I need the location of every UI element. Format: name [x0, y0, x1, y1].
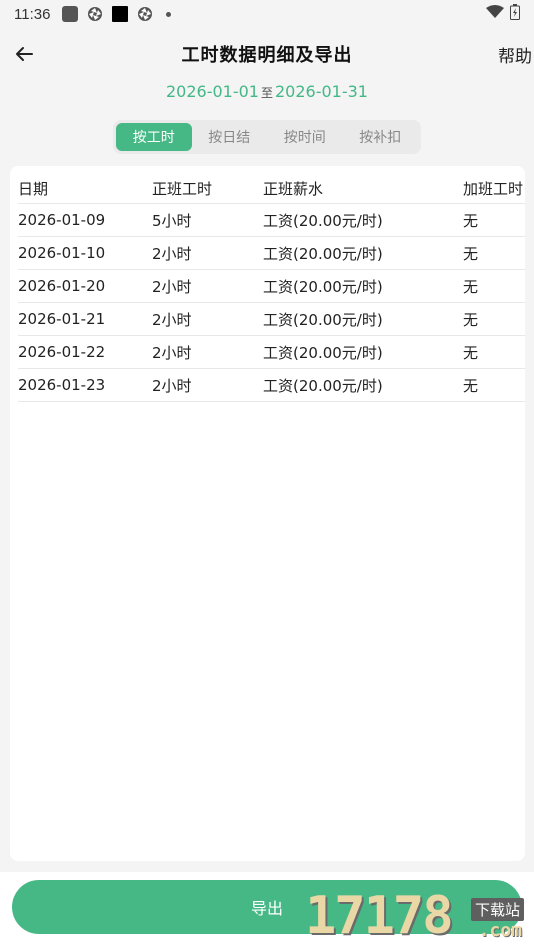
aperture-icon [87, 6, 103, 22]
status-bar: 11:36 [0, 0, 534, 28]
cell-overtime-hours: 无 [463, 376, 479, 395]
header-overtime-hours: 加班工时 [463, 180, 524, 198]
cell-overtime-hours: 无 [463, 310, 479, 329]
data-table-card: 日期 正班工时 正班薪水 加班工时 2026-01-09 5小时 工资(20.0… [10, 166, 525, 861]
page-title: 工时数据明细及导出 [181, 45, 353, 66]
date-separator: 至 [260, 86, 273, 100]
cell-regular-pay: 工资(20.00元/时) [263, 343, 383, 362]
back-button[interactable] [10, 40, 38, 68]
table-row: 2026-01-23 2小时 工资(20.00元/时) 无 [18, 369, 525, 402]
arrow-left-icon [16, 47, 33, 61]
export-bar: 导出 17178 下载站 .com [0, 872, 534, 950]
cell-overtime-hours: 无 [463, 244, 479, 263]
cell-regular-hours: 2小时 [152, 376, 192, 395]
table-header-row: 日期 正班工时 正班薪水 加班工时 [18, 174, 525, 204]
tab-by-time[interactable]: 按时间 [267, 123, 343, 151]
table-row: 2026-01-10 2小时 工资(20.00元/时) 无 [18, 237, 525, 270]
cell-regular-pay: 工资(20.00元/时) [263, 310, 383, 329]
view-mode-tabs: 按工时 按日结 按时间 按补扣 [113, 120, 421, 154]
cell-regular-pay: 工资(20.00元/时) [263, 376, 383, 395]
end-date[interactable]: 2026-01-31 [275, 82, 368, 101]
notification-app-icon [62, 6, 79, 22]
cell-date: 2026-01-10 [18, 244, 106, 262]
tab-by-adjustment[interactable]: 按补扣 [343, 123, 419, 151]
header-regular-hours: 正班工时 [152, 180, 213, 198]
cell-date: 2026-01-21 [18, 310, 106, 328]
battery-icon [510, 4, 520, 24]
cell-regular-pay: 工资(20.00元/时) [263, 277, 383, 296]
header-date: 日期 [18, 180, 49, 198]
app-header: 工时数据明细及导出 帮助 [0, 32, 534, 76]
cell-regular-hours: 2小时 [152, 310, 192, 329]
tab-by-daily-settlement[interactable]: 按日结 [192, 123, 268, 151]
aperture-icon-2 [137, 6, 153, 22]
wifi-icon [486, 5, 504, 23]
tab-by-hours[interactable]: 按工时 [116, 123, 192, 151]
cell-regular-pay: 工资(20.00元/时) [263, 244, 383, 263]
date-range-selector[interactable]: 2026-01-01 至 2026-01-31 [0, 82, 534, 101]
hours-table[interactable]: 日期 正班工时 正班薪水 加班工时 2026-01-09 5小时 工资(20.0… [18, 174, 525, 402]
status-time: 11:36 [14, 5, 51, 23]
cell-regular-hours: 2小时 [152, 244, 192, 263]
cell-regular-hours: 2小时 [152, 277, 192, 296]
table-row: 2026-01-21 2小时 工资(20.00元/时) 无 [18, 303, 525, 336]
help-button[interactable]: 帮助 [498, 42, 532, 67]
cell-date: 2026-01-09 [18, 211, 106, 229]
cell-overtime-hours: 无 [463, 211, 479, 230]
cell-overtime-hours: 无 [463, 343, 479, 362]
export-button[interactable]: 导出 [12, 880, 522, 934]
notification-square-icon [112, 6, 129, 22]
table-row: 2026-01-20 2小时 工资(20.00元/时) 无 [18, 270, 525, 303]
table-row: 2026-01-22 2小时 工资(20.00元/时) 无 [18, 336, 525, 369]
header-regular-pay: 正班薪水 [263, 180, 324, 198]
more-notifications-dot-icon [166, 11, 172, 17]
cell-overtime-hours: 无 [463, 277, 479, 296]
cell-regular-pay: 工资(20.00元/时) [263, 211, 383, 230]
cell-date: 2026-01-23 [18, 376, 106, 394]
table-row: 2026-01-09 5小时 工资(20.00元/时) 无 [18, 204, 525, 237]
start-date[interactable]: 2026-01-01 [166, 82, 259, 101]
cell-date: 2026-01-20 [18, 277, 106, 295]
cell-regular-hours: 5小时 [152, 211, 192, 230]
cell-regular-hours: 2小时 [152, 343, 192, 362]
cell-date: 2026-01-22 [18, 343, 106, 361]
